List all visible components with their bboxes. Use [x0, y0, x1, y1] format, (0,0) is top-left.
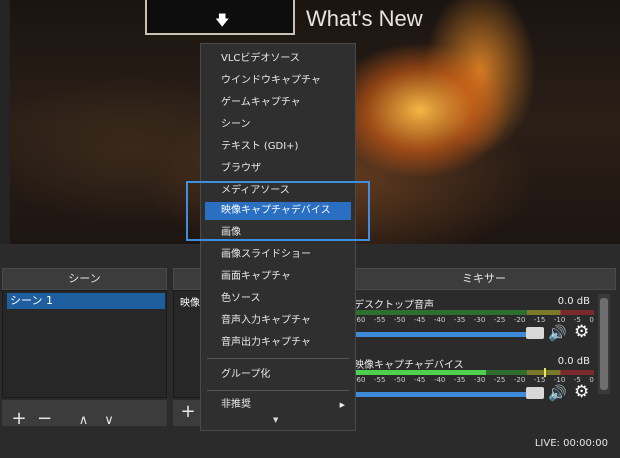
- toolbar-divider: [59, 400, 69, 424]
- volume-fader[interactable]: [354, 392, 534, 397]
- speaker-icon[interactable]: 🔊: [548, 384, 567, 402]
- remove-scene-button[interactable]: −: [34, 407, 56, 431]
- preview-left-border: [0, 0, 10, 244]
- scenes-list[interactable]: シーン 1: [2, 290, 167, 398]
- menu-item-audio-input-capture[interactable]: 音声入力キャプチャ: [221, 312, 349, 330]
- source-item[interactable]: 映像: [180, 294, 200, 309]
- mixer-scrollbar-thumb[interactable]: [600, 298, 608, 390]
- scenes-toolbar: + − ∧ ∨: [2, 400, 167, 429]
- volume-fader[interactable]: [354, 332, 534, 337]
- move-up-button[interactable]: ∧: [73, 409, 95, 433]
- menu-item-window-capture[interactable]: ウインドウキャプチャ: [221, 72, 349, 90]
- menu-item-vlc-source[interactable]: VLCビデオソース: [221, 50, 349, 68]
- menu-item-scene[interactable]: シーン: [221, 116, 349, 134]
- menu-separator: [207, 358, 349, 359]
- gear-icon[interactable]: ⚙: [574, 322, 589, 342]
- move-down-button[interactable]: ∨: [98, 409, 120, 433]
- mixer-track-name: デスクトップ音声: [354, 300, 434, 311]
- mixer-dock-header: ミキサー: [352, 268, 616, 290]
- live-status: LIVE: 00:00:00: [534, 438, 608, 449]
- volume-fader-knob[interactable]: [526, 327, 544, 339]
- menu-item-text-gdi[interactable]: テキスト (GDI+): [221, 138, 349, 156]
- scene-item[interactable]: シーン 1: [7, 293, 165, 309]
- mixer-track-db: 0.0 dB: [557, 356, 590, 367]
- mixer-track-name: 映像キャプチャデバイス: [354, 360, 464, 371]
- arrow-down-icon: 🡇: [215, 13, 230, 29]
- mixer-scrollbar[interactable]: [598, 294, 610, 394]
- gear-icon[interactable]: ⚙: [574, 382, 589, 402]
- scroll-down-icon[interactable]: ▼: [273, 416, 278, 424]
- volume-meter: [354, 310, 594, 315]
- mixer-track-db: 0.0 dB: [557, 296, 590, 307]
- submenu-arrow-icon: ▶: [339, 401, 345, 409]
- sources-toolbar: +: [173, 400, 203, 426]
- menu-separator: [207, 390, 349, 391]
- sources-list[interactable]: 映像: [173, 290, 203, 398]
- selection-highlight-box: [186, 181, 370, 241]
- menu-item-image-slideshow[interactable]: 画像スライドショー: [221, 246, 349, 264]
- menu-item-browser[interactable]: ブラウザ: [221, 160, 349, 178]
- menu-item-color-source[interactable]: 色ソース: [221, 290, 349, 308]
- menu-item-game-capture[interactable]: ゲームキャプチャ: [221, 94, 349, 112]
- volume-fader-knob[interactable]: [526, 387, 544, 399]
- add-scene-button[interactable]: +: [8, 407, 30, 431]
- scenes-dock-header: シーン: [2, 268, 167, 290]
- menu-item-display-capture[interactable]: 画面キャプチャ: [221, 268, 349, 286]
- menu-item-audio-output-capture[interactable]: 音声出力キャプチャ: [221, 334, 349, 352]
- preview-title-text: What's New: [306, 6, 423, 31]
- volume-meter: [354, 370, 594, 375]
- add-source-button[interactable]: +: [177, 400, 199, 424]
- sources-dock-header: [173, 268, 203, 290]
- menu-item-group[interactable]: グループ化: [221, 366, 349, 384]
- menu-item-deprecated[interactable]: 非推奨: [221, 396, 349, 414]
- menu-item-deprecated-label: 非推奨: [221, 399, 251, 410]
- speaker-icon[interactable]: 🔊: [548, 324, 567, 342]
